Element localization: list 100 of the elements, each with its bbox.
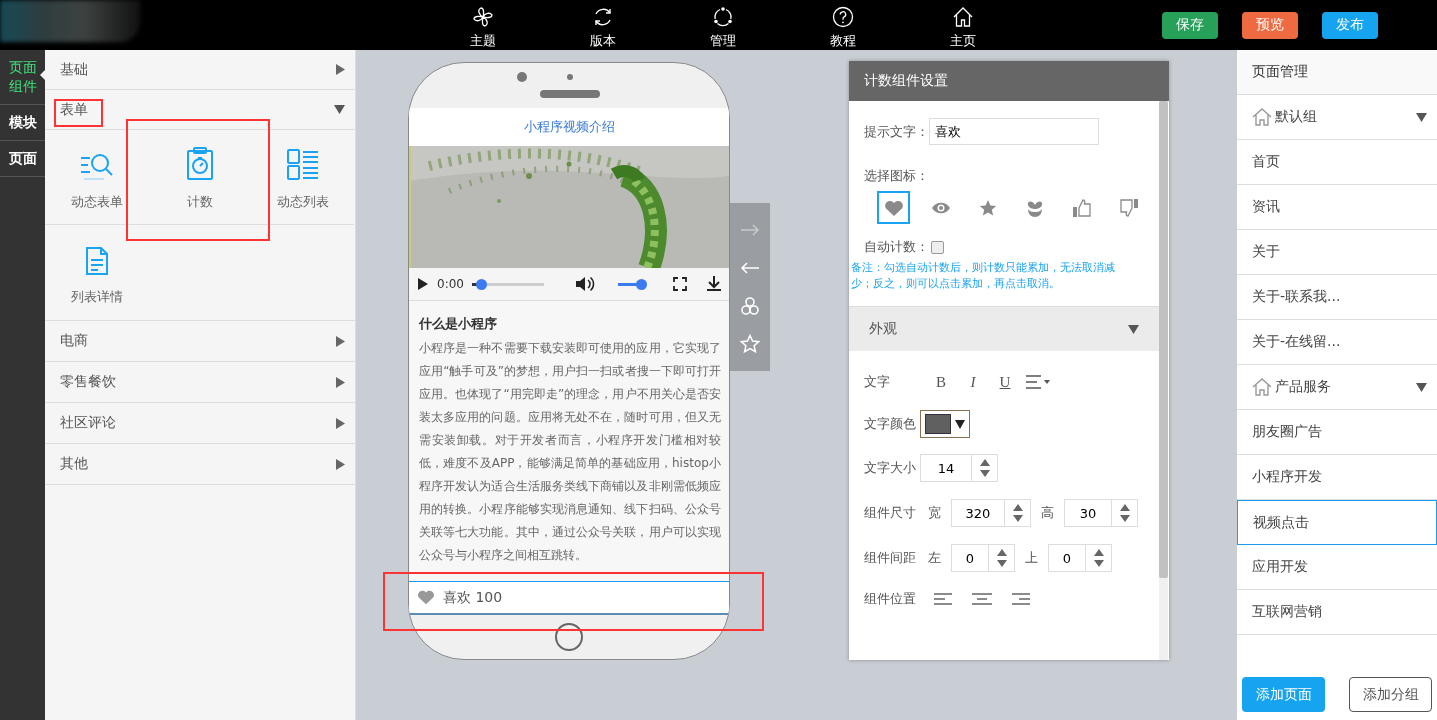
field-label: 组件尺寸 <box>864 504 916 522</box>
component-tile[interactable]: 计数 <box>148 130 251 225</box>
nav-item[interactable]: 主题 <box>423 0 543 50</box>
field-label: 组件位置 <box>864 590 916 608</box>
italic-button[interactable]: I <box>962 371 984 393</box>
counter-label: 喜欢 100 <box>443 588 503 607</box>
three-circles-icon <box>741 297 759 315</box>
category-header[interactable]: 表单 <box>45 90 355 130</box>
camera-dot <box>517 72 527 82</box>
field-label: 组件间距 <box>864 549 916 567</box>
page-item[interactable]: 视频点击 <box>1237 500 1437 545</box>
up-down-arrows-icon[interactable] <box>978 457 991 479</box>
caret-right-icon <box>336 417 345 429</box>
like-counter[interactable]: 喜欢 100 <box>409 581 729 615</box>
field-label: 宽 <box>928 504 941 522</box>
caret-down-icon <box>1416 112 1427 122</box>
component-tile[interactable]: 动态表单 <box>45 130 148 225</box>
icon-option[interactable] <box>877 191 910 224</box>
page-item[interactable]: 关于-在线留... <box>1237 320 1437 365</box>
thumbs-up-icon <box>1071 197 1092 218</box>
field-label: 文字大小 <box>864 459 916 477</box>
up-down-arrows-icon[interactable] <box>1011 502 1024 524</box>
home-icon <box>1252 108 1272 126</box>
checkbox[interactable] <box>931 240 944 254</box>
help-icon <box>831 5 855 29</box>
number-field[interactable]: 30 <box>1064 499 1138 527</box>
article-text: 小程序是一种不需要下载安装即可使用的应用，它实现了应用“触手可及”的梦想，用户扫一扫或者搜一下即可打开应用。也体现了“用完即走”的理念，用户不用关心是否安装太多应用的问题。应用将无处不在，随时可用，但又无需安装卸载。对于开发者而言，小程序开发门槛相对较低，难度不及APP，能够满足简单的基础应用，histop小程序开发认为适合生活服务类线下商铺以及非刚需低频应用的转换。小程序能够实现消息通知、线下扫码、公众号关联等七大功能。其中，通过公众号关联，用户可以实现公众号与小程序之间相互跳转。 <box>419 340 721 564</box>
page-item[interactable]: 应用开发 <box>1237 545 1437 590</box>
arrow-left-icon <box>740 261 760 275</box>
field-label: 提示文字： <box>864 122 929 141</box>
nav-item[interactable]: 主页 <box>903 0 1023 50</box>
page-group[interactable]: 默认组 <box>1237 95 1437 140</box>
category-header[interactable]: 其他 <box>45 444 355 485</box>
page-item[interactable]: 关于 <box>1237 230 1437 275</box>
stopwatch-clipboard-icon <box>185 146 214 181</box>
align-left-icon <box>934 593 952 605</box>
caret-right-icon <box>336 458 345 470</box>
underline-button[interactable]: U <box>994 371 1016 393</box>
bold-button[interactable]: B <box>930 371 952 393</box>
caret-down-icon <box>1416 382 1427 392</box>
number-field[interactable]: 320 <box>951 499 1031 527</box>
page-item[interactable]: 资讯 <box>1237 185 1437 230</box>
article-heading: 什么是小程序 <box>419 315 498 333</box>
thumbs-down-icon <box>1118 197 1139 218</box>
category-header[interactable]: 零售餐饮 <box>45 362 355 403</box>
page-group[interactable]: 产品服务 <box>1237 365 1437 410</box>
caret-right-icon <box>336 64 345 75</box>
number-field[interactable]: 0 <box>951 544 1015 572</box>
nav-item[interactable]: 管理 <box>663 0 783 50</box>
number-field[interactable]: 14 <box>920 454 998 482</box>
nav-item[interactable]: 版本 <box>543 0 663 50</box>
up-down-arrows-icon[interactable] <box>995 547 1008 569</box>
sensor-dot <box>567 74 573 80</box>
volume-icon <box>574 276 595 292</box>
field-label: 高 <box>1041 504 1054 522</box>
input-field[interactable]: 喜欢 <box>929 118 1099 145</box>
video-time: 0:00 <box>437 277 464 291</box>
document-icon <box>84 246 109 276</box>
home-icon <box>1252 378 1272 396</box>
number-field[interactable]: 0 <box>1048 544 1112 572</box>
panel-title: 计数组件设置 <box>849 61 1169 101</box>
up-down-arrows-icon[interactable] <box>1118 502 1131 524</box>
speaker-slot <box>540 90 600 98</box>
scrollbar[interactable] <box>1159 101 1168 660</box>
pinwheel-icon <box>471 5 495 29</box>
nav-item[interactable]: 教程 <box>783 0 903 50</box>
category-header[interactable]: 基础 <box>45 50 355 90</box>
page-item[interactable]: 关于-联系我... <box>1237 275 1437 320</box>
category-header[interactable]: 社区评论 <box>45 403 355 444</box>
page-item[interactable]: 首页 <box>1237 140 1437 185</box>
heart-icon <box>883 198 904 217</box>
add-button[interactable]: 添加分组 <box>1349 677 1432 712</box>
fullscreen-icon <box>672 277 687 291</box>
heart-icon <box>417 589 435 606</box>
page-item[interactable]: 朋友圈广告 <box>1237 410 1437 455</box>
color-picker[interactable] <box>920 410 970 438</box>
category-header[interactable]: 电商 <box>45 321 355 362</box>
home-button[interactable] <box>555 623 583 651</box>
list-grid-icon <box>286 148 319 181</box>
field-label: 自动计数： <box>864 238 929 256</box>
play-icon <box>417 277 429 291</box>
caret-down-icon <box>955 419 965 429</box>
star-icon <box>740 334 760 354</box>
arrow-right-icon <box>740 223 760 237</box>
field-label: 左 <box>928 549 941 567</box>
field-label: 上 <box>1025 549 1038 567</box>
dotted-circle-icon <box>711 5 735 29</box>
component-tile[interactable]: 动态列表 <box>251 130 354 225</box>
section-header[interactable]: 外观 <box>849 307 1159 351</box>
component-tile[interactable]: 列表详情 <box>45 225 148 320</box>
page-item[interactable]: 互联网营销 <box>1237 590 1437 635</box>
section-title: 外观 <box>869 320 897 338</box>
align-dropdown-icon <box>1026 375 1050 389</box>
caret-right-icon <box>336 376 345 388</box>
page-title: 小程序视频介绍 <box>409 108 729 146</box>
caret-down-icon <box>1128 324 1139 334</box>
star-icon <box>978 198 997 217</box>
page-item[interactable]: 小程序开发 <box>1237 455 1437 500</box>
up-down-arrows-icon[interactable] <box>1092 547 1105 569</box>
align-center-icon <box>972 593 992 605</box>
